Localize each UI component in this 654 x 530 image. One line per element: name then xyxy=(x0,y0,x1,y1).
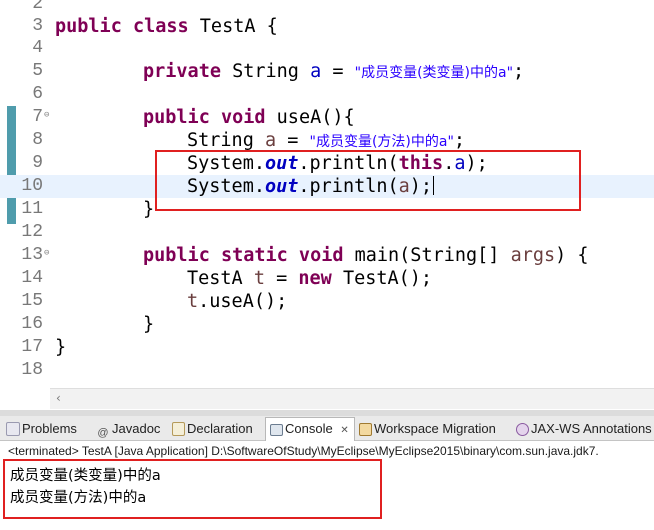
line-number: 14 xyxy=(21,268,43,288)
code-text: private String a = "成员变量(类变量)中的a"; xyxy=(143,61,525,82)
console-output-line: 成员变量(类变量)中的a xyxy=(10,468,161,484)
tab-label: Console xyxy=(285,421,333,436)
migration-icon xyxy=(359,423,372,436)
tab-jax-ws-annotations[interactable]: JAX-WS Annotations xyxy=(516,418,652,439)
code-text: t.useA(); xyxy=(187,291,288,312)
code-line[interactable]: 15 t.useA(); xyxy=(0,290,654,313)
line-number: 2 xyxy=(32,0,43,14)
line-number: 10 xyxy=(21,176,43,196)
code-line[interactable]: 9 System.out.println(this.a); xyxy=(0,152,654,175)
code-line[interactable]: 4 xyxy=(0,37,654,60)
horizontal-scrollbar[interactable]: ‹ xyxy=(50,388,654,409)
line-number: 9 xyxy=(32,153,43,173)
tab-label: Declaration xyxy=(187,421,253,436)
console-icon xyxy=(270,424,283,436)
text-caret xyxy=(433,176,435,195)
line-number: 4 xyxy=(32,38,43,58)
code-line[interactable]: 8 String a = "成员变量(方法)中的a"; xyxy=(0,129,654,152)
code-text: System.out.println(a); xyxy=(187,176,435,197)
fold-collapse-icon[interactable]: ⊖ xyxy=(44,111,52,120)
code-line[interactable]: 6 xyxy=(0,83,654,106)
code-text: public static void main(String[] args) { xyxy=(143,245,589,266)
fold-collapse-icon[interactable]: ⊖ xyxy=(44,249,52,258)
tab-label: JAX-WS Annotations xyxy=(531,421,652,436)
console-output[interactable]: 成员变量(类变量)中的a 成员变量(方法)中的a xyxy=(0,459,654,530)
code-line[interactable]: 14 TestA t = new TestA(); xyxy=(0,267,654,290)
code-line[interactable]: 3 public class TestA { xyxy=(0,15,654,38)
line-number: 13 xyxy=(21,245,43,265)
line-number: 11 xyxy=(21,199,43,219)
code-text: System.out.println(this.a); xyxy=(187,153,488,174)
code-line[interactable]: 7 ⊖ public void useA(){ xyxy=(0,106,654,129)
close-icon[interactable]: ✕ xyxy=(340,425,348,436)
tab-console[interactable]: Console ✕ xyxy=(265,417,355,441)
line-number: 18 xyxy=(21,360,43,380)
line-number: 6 xyxy=(32,84,43,104)
tab-javadoc[interactable]: @ Javadoc xyxy=(96,418,160,439)
line-number: 5 xyxy=(32,61,43,81)
tab-label: Javadoc xyxy=(112,421,161,436)
line-number: 8 xyxy=(32,130,43,150)
declaration-icon xyxy=(172,422,185,436)
code-text: } xyxy=(143,314,155,335)
code-text: } xyxy=(55,337,67,358)
code-line[interactable]: 2 xyxy=(0,0,654,16)
code-line[interactable]: 18 xyxy=(0,359,654,382)
console-status-header: <terminated> TestA [Java Application] D:… xyxy=(0,441,654,462)
tab-label: Problems xyxy=(22,421,77,436)
code-text: String a = "成员变量(方法)中的a"; xyxy=(187,130,466,151)
tab-declaration[interactable]: Declaration xyxy=(172,418,253,439)
jaxws-icon xyxy=(516,423,529,436)
scroll-left-icon[interactable]: ‹ xyxy=(56,391,61,405)
line-number: 15 xyxy=(21,291,43,311)
view-tab-bar: Problems @ Javadoc Declaration Console ✕ … xyxy=(0,416,654,441)
code-editor[interactable]: 2 3 public class TestA { 4 5 private Str… xyxy=(0,0,654,410)
code-line[interactable]: 17 } xyxy=(0,336,654,359)
line-number: 3 xyxy=(32,16,43,36)
code-text: TestA t = new TestA(); xyxy=(187,268,433,289)
code-line[interactable]: 12 xyxy=(0,221,654,244)
current-code-line[interactable]: 10 System.out.println(a); xyxy=(0,175,654,198)
at-icon: @ xyxy=(97,427,109,439)
tab-problems[interactable]: Problems xyxy=(6,418,77,439)
code-text: public class TestA { xyxy=(55,16,278,37)
code-text: } xyxy=(143,199,155,220)
code-line[interactable]: 5 private String a = "成员变量(类变量)中的a"; xyxy=(0,60,654,83)
problems-icon xyxy=(6,422,20,436)
line-number: 16 xyxy=(21,314,43,334)
console-output-line: 成员变量(方法)中的a xyxy=(10,490,147,506)
code-line[interactable]: 11 } xyxy=(0,198,654,221)
line-number: 17 xyxy=(21,337,43,357)
tab-workspace-migration[interactable]: Workspace Migration xyxy=(359,418,496,439)
code-text: public void useA(){ xyxy=(143,107,355,128)
tab-label: Workspace Migration xyxy=(374,421,496,436)
code-line[interactable]: 13 ⊖ public static void main(String[] ar… xyxy=(0,244,654,267)
line-number: 7 xyxy=(32,107,43,127)
code-line[interactable]: 16 } xyxy=(0,313,654,336)
line-number: 12 xyxy=(21,222,43,242)
